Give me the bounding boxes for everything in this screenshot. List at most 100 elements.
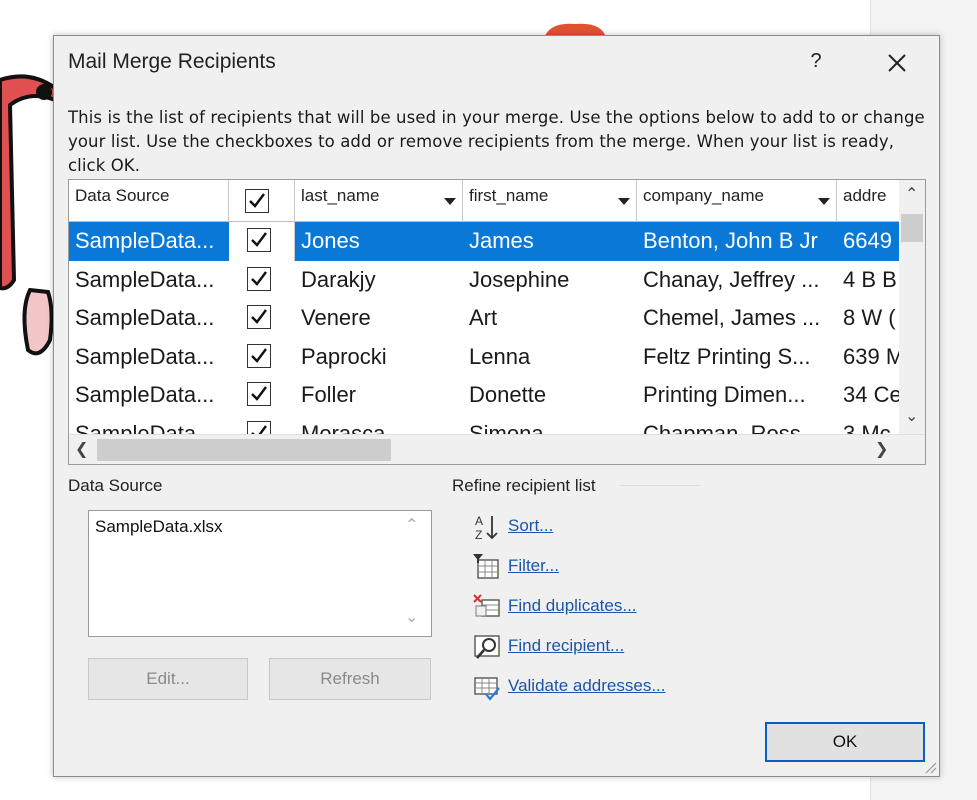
row-checkbox-cell[interactable] — [229, 376, 295, 415]
refresh-button[interactable]: Refresh — [269, 658, 431, 700]
find-duplicates-icon — [473, 594, 500, 617]
table-row[interactable]: SampleData... Foller Donette Printing Dimen… — [69, 376, 899, 415]
find-duplicates-link-label[interactable]: Find duplicates... — [508, 596, 637, 616]
column-header-data-source[interactable]: Data Source — [69, 180, 229, 222]
row-checkbox[interactable] — [247, 343, 271, 368]
recipients-grid: Data Source last_name first_name company… — [68, 179, 926, 465]
column-header-last-name[interactable]: last_name — [295, 180, 463, 222]
checkmark-icon — [251, 232, 267, 247]
cell-first-name: Josephine — [469, 266, 570, 292]
find-recipient-link[interactable]: Find recipient... — [472, 632, 732, 664]
sort-az-icon: A Z — [475, 514, 498, 542]
cell-source: SampleData... — [75, 228, 215, 253]
row-checkbox[interactable] — [247, 420, 271, 434]
grid-header: Data Source last_name first_name company… — [69, 180, 899, 222]
filter-link-label[interactable]: Filter... — [508, 556, 559, 576]
grid-rows: SampleData... Jones James Benton, John B Jr… — [69, 222, 899, 434]
validate-addresses-icon — [474, 677, 500, 701]
select-all-checkbox[interactable] — [245, 189, 269, 213]
data-source-item[interactable]: SampleData.xlsx — [95, 517, 223, 537]
cell-address: 6649 — [843, 228, 892, 253]
cell-last-name: Morasca — [301, 420, 386, 435]
svg-text:Z: Z — [475, 528, 482, 542]
validate-addresses-link[interactable]: Validate addresses... — [472, 672, 732, 704]
data-source-list[interactable]: SampleData.xlsx ⌃ ⌄ — [88, 510, 432, 637]
column-header-check-all[interactable] — [229, 180, 295, 222]
horizontal-scrollbar[interactable]: ❮ ❯ — [69, 434, 925, 464]
cell-source: SampleData... — [75, 343, 215, 369]
cell-company-name: Chanay, Jeffrey ... — [643, 266, 820, 292]
cell-address: 3 Mc — [843, 420, 891, 435]
column-header-company-name[interactable]: company_name — [637, 180, 837, 222]
cell-last-name: Paprocki — [301, 343, 387, 369]
scroll-down-icon[interactable]: ⌄ — [905, 406, 918, 425]
cell-first-name: Donette — [469, 382, 547, 407]
sort-link[interactable]: A Z Sort... — [472, 512, 732, 544]
row-checkbox[interactable] — [247, 382, 271, 406]
refine-list-label: Refine recipient list — [452, 476, 596, 495]
table-row[interactable]: SampleData... Darakjy Josephine Chanay, Jef… — [69, 261, 899, 300]
cell-address: 34 Ce — [843, 382, 899, 407]
dialog-description: This is the list of recipients that will… — [68, 108, 925, 175]
filter-link[interactable]: Filter... — [472, 552, 732, 584]
cell-address: 639 M — [843, 343, 899, 369]
dropdown-arrow-icon[interactable] — [618, 198, 630, 205]
checkmark-icon — [249, 193, 265, 208]
row-checkbox[interactable] — [247, 228, 271, 252]
cell-last-name: Venere — [301, 305, 371, 330]
ok-button[interactable]: OK — [765, 722, 925, 762]
checkmark-icon — [251, 270, 267, 286]
cell-address: 8 W ( — [843, 305, 896, 330]
help-button[interactable]: ? — [806, 50, 826, 73]
column-header-address[interactable]: addre — [837, 180, 899, 222]
scroll-up-icon[interactable]: ⌃ — [405, 515, 418, 534]
vertical-scroll-thumb[interactable] — [901, 214, 923, 242]
cell-first-name: Lenna — [469, 343, 531, 369]
checkmark-icon — [251, 424, 267, 434]
table-row[interactable]: SampleData... Morasca Simona Chapman, Ross … — [69, 415, 899, 435]
column-header-first-name[interactable]: first_name — [463, 180, 637, 222]
svg-text:A: A — [475, 514, 483, 528]
checkmark-icon — [251, 309, 267, 324]
vertical-scrollbar[interactable]: ⌃ ⌄ — [899, 180, 925, 434]
table-row[interactable]: SampleData... Venere Art Chemel, James ... 8… — [69, 299, 899, 338]
table-row[interactable]: SampleData... Paprocki Lenna Feltz Printing… — [69, 338, 899, 377]
cell-source: SampleData... — [75, 420, 215, 435]
row-checkbox-cell[interactable] — [229, 261, 295, 300]
row-checkbox-cell[interactable] — [229, 222, 295, 261]
resize-grip-icon[interactable] — [923, 760, 937, 774]
title-bar: Mail Merge Recipients ? — [54, 36, 939, 94]
find-recipient-icon — [474, 635, 500, 659]
dropdown-arrow-icon[interactable] — [444, 198, 456, 205]
cell-last-name: Foller — [301, 382, 357, 407]
scroll-left-icon[interactable]: ❮ — [75, 439, 88, 458]
row-checkbox-cell[interactable] — [229, 299, 295, 338]
cell-first-name: James — [469, 228, 534, 253]
validate-addresses-link-label[interactable]: Validate addresses... — [508, 676, 666, 696]
row-checkbox[interactable] — [247, 305, 271, 329]
cell-company-name: Feltz Printing S... — [643, 343, 811, 369]
row-checkbox[interactable] — [247, 266, 271, 291]
scroll-up-icon[interactable]: ⌃ — [905, 184, 918, 203]
cell-source: SampleData... — [75, 266, 215, 292]
edit-button[interactable]: Edit... — [88, 658, 248, 700]
cell-company-name: Chemel, James ... — [643, 305, 821, 330]
row-checkbox-cell[interactable] — [229, 415, 295, 434]
sort-link-label[interactable]: Sort... — [508, 516, 553, 536]
cell-source: SampleData... — [75, 305, 215, 330]
cell-address: 4 B B — [843, 266, 897, 292]
find-duplicates-link[interactable]: Find duplicates... — [472, 592, 732, 624]
section-divider — [620, 485, 700, 486]
row-checkbox-cell[interactable] — [229, 338, 295, 377]
cell-last-name: Jones — [301, 228, 360, 253]
close-button[interactable] — [880, 46, 914, 80]
table-row[interactable]: SampleData... Jones James Benton, John B Jr… — [69, 222, 899, 261]
horizontal-scroll-thumb[interactable] — [97, 439, 391, 461]
cell-first-name: Art — [469, 305, 498, 330]
dropdown-arrow-icon[interactable] — [818, 198, 830, 205]
scroll-down-icon[interactable]: ⌄ — [405, 607, 418, 626]
scroll-right-icon[interactable]: ❯ — [875, 439, 888, 458]
find-recipient-link-label[interactable]: Find recipient... — [508, 636, 624, 656]
filter-table-icon — [473, 554, 499, 579]
cell-first-name: Simona — [469, 420, 544, 435]
